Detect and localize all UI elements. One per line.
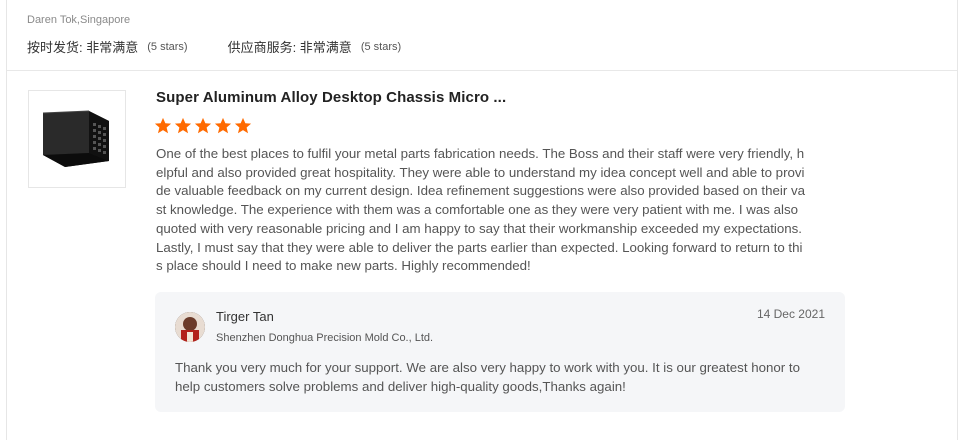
metal-chassis-image — [42, 110, 109, 167]
review-text: One of the best places to fulfil your me… — [156, 146, 805, 274]
reply-date: 14 Dec 2021 — [756, 307, 825, 321]
reviewer-name: Daren Tok,Singapore — [27, 14, 131, 26]
product-title[interactable]: Super Aluminum Alloy Desktop Chassis Mic… — [156, 89, 506, 106]
star-icon — [214, 117, 232, 134]
rating-summary: 按时发货: 非常满意 (5 stars) 供应商服务: 非常满意 (5 star… — [27, 37, 401, 56]
star-icon — [174, 117, 192, 134]
avatar — [175, 312, 205, 342]
star-icon — [234, 117, 252, 134]
delivery-rating-stars: (5 stars) — [147, 40, 188, 53]
reply-author-name: Tirger Tan — [216, 309, 274, 324]
service-rating-label: 供应商服务: 非常满意 — [227, 40, 352, 55]
supplier-reply: Tirger Tan Shenzhen Donghua Precision Mo… — [155, 292, 845, 412]
previous-review: Daren Tok,Singapore 按时发货: 非常满意 (5 stars)… — [7, 0, 957, 71]
star-icon — [154, 117, 172, 134]
delivery-rating-label: 按时发货: 非常满意 — [27, 40, 139, 55]
star-rating — [154, 117, 252, 135]
reply-company-name: Shenzhen Donghua Precision Mold Co., Ltd… — [216, 332, 434, 344]
star-icon — [194, 117, 212, 134]
review-card: Daren Tok,Singapore 按时发货: 非常满意 (5 stars)… — [6, 0, 958, 440]
service-rating-stars: (5 stars) — [360, 40, 402, 53]
product-thumbnail[interactable] — [28, 90, 126, 188]
reply-text: Thank you very much for your support. We… — [175, 360, 800, 394]
